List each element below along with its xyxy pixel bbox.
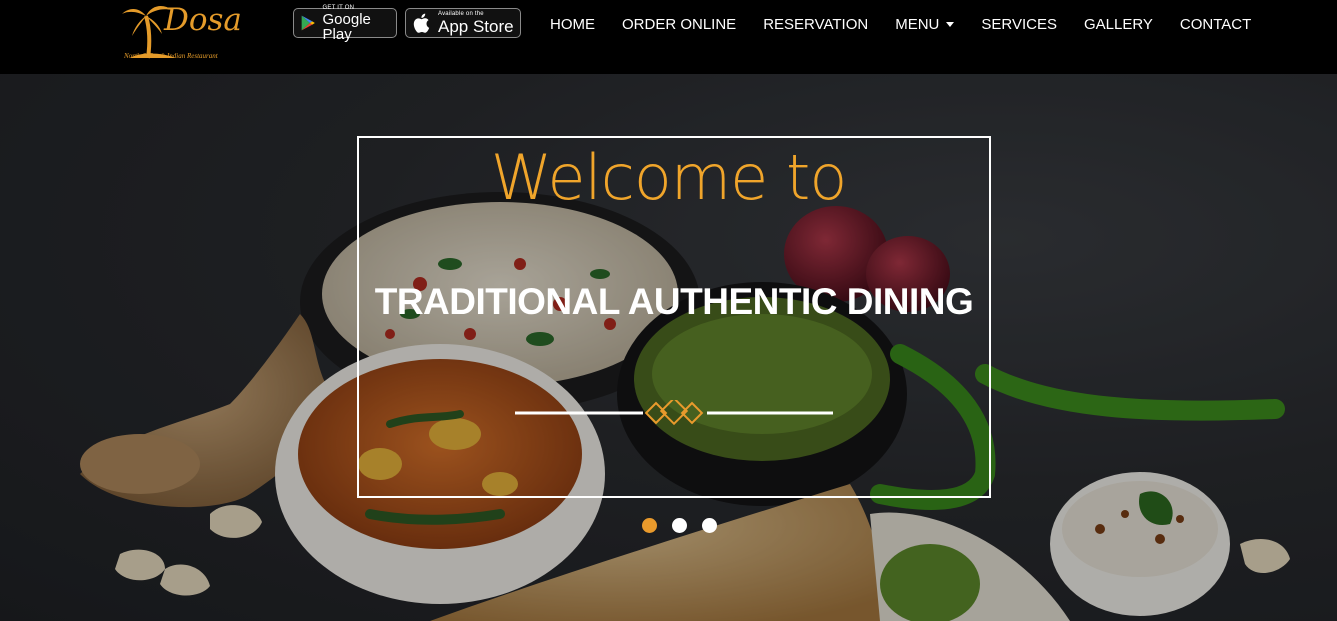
app-store-label: App Store (438, 17, 514, 36)
apple-icon (413, 13, 430, 33)
carousel-dot-2[interactable] (672, 518, 687, 533)
caret-down-icon (946, 21, 955, 27)
nav-contact[interactable]: CONTACT (1180, 16, 1251, 33)
nav-menu-dropdown[interactable]: MENU (895, 15, 955, 33)
app-store-badge[interactable]: Available on the App Store (405, 8, 521, 38)
nav-order-online[interactable]: ORDER ONLINE (622, 16, 736, 33)
carousel-dot-3[interactable] (702, 518, 717, 533)
nav-home[interactable]: HOME (550, 16, 595, 33)
google-play-badge[interactable]: GET IT ON Google Play (293, 4, 397, 42)
logo-tagline: North & South Indian Restaurant (124, 52, 218, 60)
google-play-small-label: GET IT ON (322, 4, 355, 11)
hero-welcome: Welcome to (490, 141, 848, 214)
main-nav: HOME ORDER ONLINE RESERVATION MENU SERVI… (550, 14, 1278, 34)
ornament-divider (515, 400, 833, 426)
logo-brand: Dosa (164, 2, 242, 38)
site-logo[interactable]: Dosa North & South Indian Restaurant (120, 0, 260, 62)
nav-gallery[interactable]: GALLERY (1084, 16, 1153, 33)
google-play-icon (301, 15, 315, 31)
nav-reservation-label: RESERVATION (763, 15, 869, 33)
carousel-dot-1[interactable] (642, 518, 657, 533)
hero-title: TRADITIONAL AUTHENTIC DINING (374, 281, 974, 322)
nav-reservation[interactable]: RESERVATION (763, 16, 868, 33)
nav-contact-label: CONTACT (1179, 15, 1252, 33)
carousel-indicators (642, 518, 732, 533)
nav-gallery-label: GALLERY (1083, 15, 1153, 33)
nav-menu-label: MENU (895, 15, 940, 33)
nav-home-label: HOME (550, 15, 595, 33)
nav-services[interactable]: SERVICES (981, 16, 1057, 33)
google-play-label: Google Play (322, 10, 371, 43)
site-header: Dosa North & South Indian Restaurant GET… (0, 0, 1337, 74)
nav-services-label: SERVICES (981, 15, 1057, 33)
nav-order-online-label: ORDER ONLINE (622, 15, 737, 33)
hero-carousel: Welcome to TRADITIONAL AUTHENTIC DINING (0, 74, 1337, 621)
